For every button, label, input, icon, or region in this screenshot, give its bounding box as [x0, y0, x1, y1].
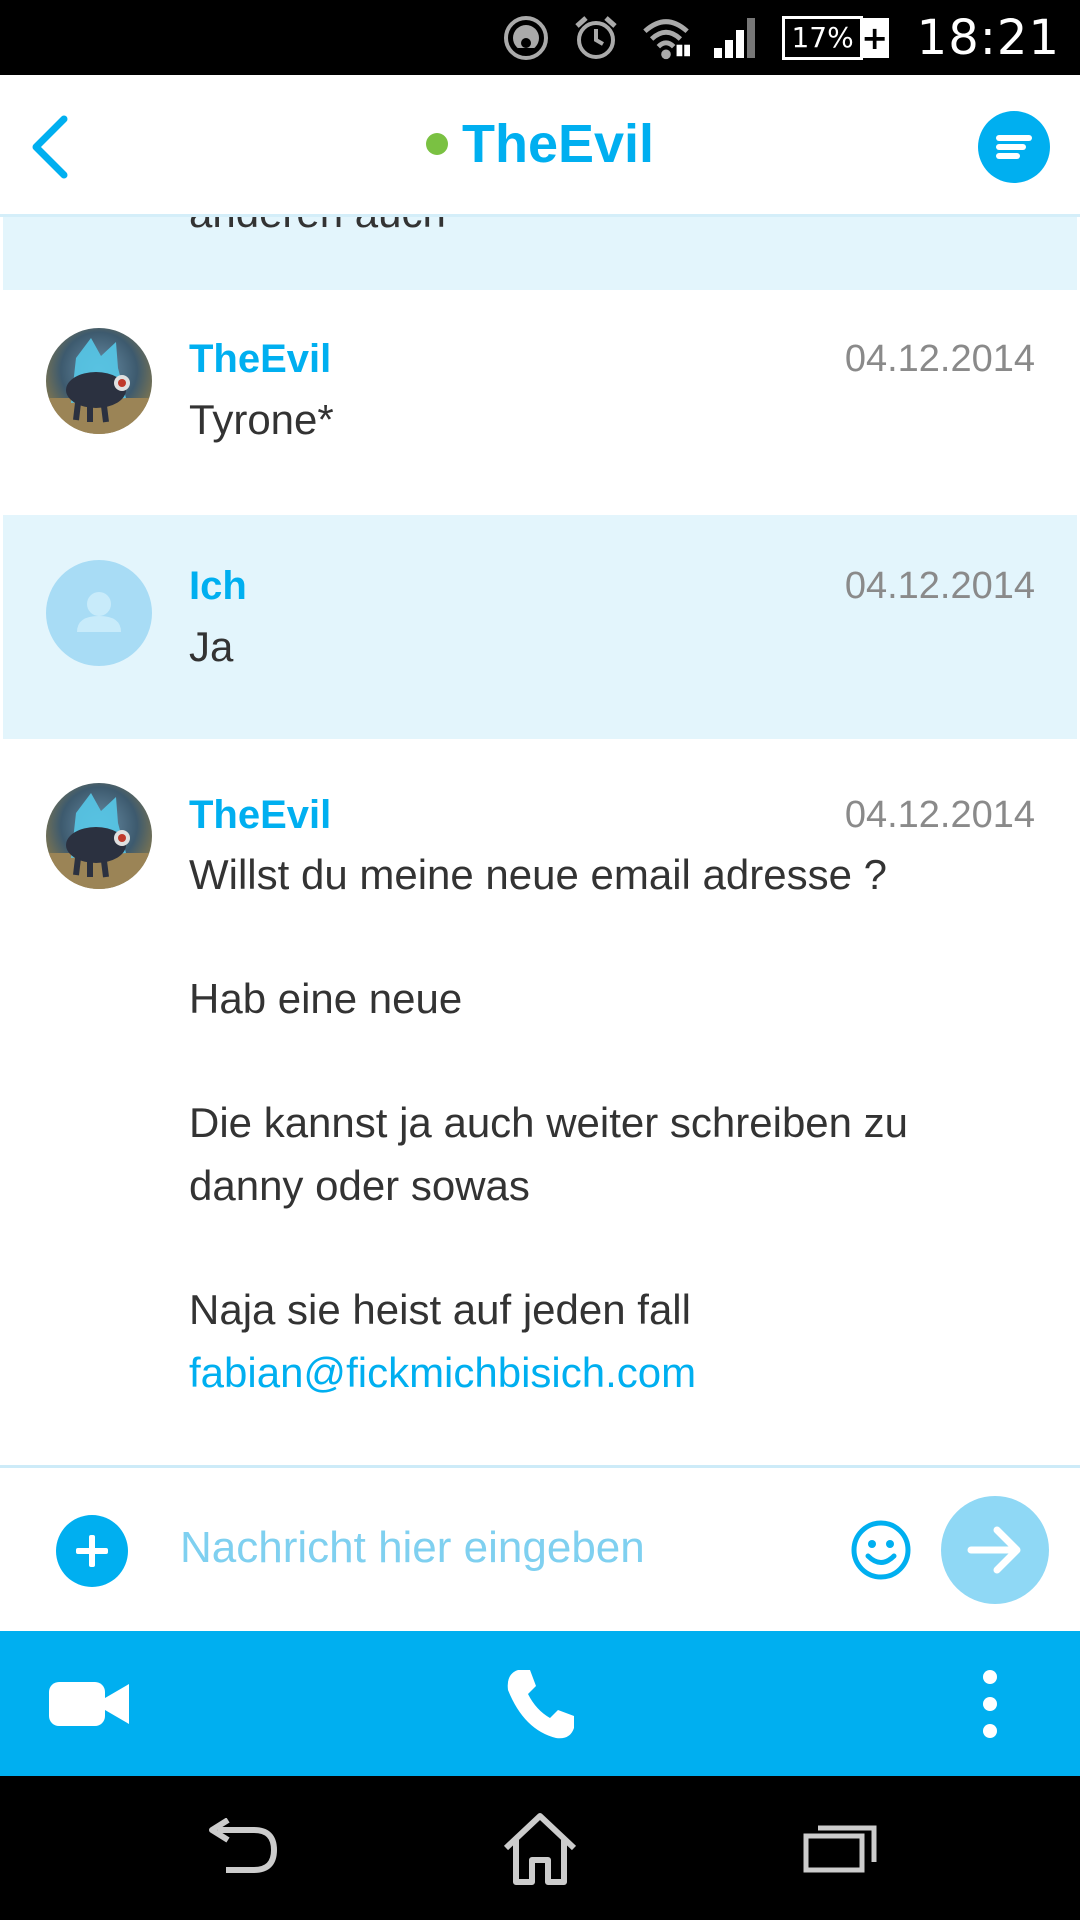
- conversation-menu-button[interactable]: [978, 111, 1050, 183]
- message-line: Hab eine neue: [189, 975, 463, 1022]
- call-action-bar: [0, 1631, 1080, 1776]
- battery-icon: 17% +: [782, 15, 889, 60]
- phone-call-icon: [507, 1669, 574, 1738]
- contact-avatar-image: [46, 328, 152, 434]
- message-item[interactable]: TheEvil 04.12.2014 Willst du meine neue …: [3, 739, 1077, 1467]
- status-time: 18:21: [916, 9, 1060, 66]
- partial-message: anderen auch: [3, 217, 1077, 290]
- contact-title[interactable]: TheEvil: [0, 113, 1080, 175]
- message-date: 04.12.2014: [844, 565, 1035, 607]
- message-list[interactable]: anderen auch TheEvil 04.12.2014 Tyrone*: [0, 217, 1080, 1467]
- message-date: 04.12.2014: [844, 794, 1035, 836]
- nav-recents-button[interactable]: [790, 1806, 890, 1890]
- add-attachment-button[interactable]: [56, 1515, 128, 1587]
- chat-header: TheEvil: [0, 75, 1080, 217]
- avatar[interactable]: [46, 328, 152, 434]
- phone-call-button[interactable]: [490, 1661, 590, 1746]
- recents-icon: [803, 1825, 877, 1873]
- message-line: Willst du meine neue email adresse ?: [189, 851, 888, 898]
- compose-bar: [0, 1468, 1080, 1631]
- wifi-icon: [642, 14, 691, 62]
- avatar[interactable]: [46, 783, 152, 889]
- emoticon-button[interactable]: [850, 1519, 912, 1581]
- arrow-right-icon: [967, 1526, 1021, 1574]
- presence-dot: [425, 133, 448, 155]
- message-line: Naja sie heist auf jeden fall: [189, 1286, 691, 1333]
- alarm-icon: [572, 14, 620, 62]
- message-sender: TheEvil: [189, 793, 332, 837]
- smiley-icon: [851, 1520, 911, 1580]
- nav-back-button[interactable]: [192, 1806, 292, 1890]
- system-nav-bar: [0, 1776, 1080, 1920]
- avatar[interactable]: [46, 560, 152, 666]
- status-bar: 17% + 18:21: [0, 0, 1080, 75]
- video-call-button[interactable]: [40, 1661, 140, 1746]
- message-sender: TheEvil: [189, 337, 332, 381]
- signal-icon: [712, 14, 760, 62]
- send-button[interactable]: [941, 1496, 1049, 1604]
- partial-message-text: anderen auch: [189, 217, 446, 237]
- video-call-icon: [49, 1681, 129, 1726]
- speedometer-icon: [502, 14, 550, 62]
- message-input[interactable]: [180, 1508, 820, 1588]
- more-options-icon: [983, 1669, 997, 1738]
- message-text: Tyrone*: [189, 396, 334, 443]
- email-link[interactable]: fabian@fickmichbisich.com: [189, 1341, 1037, 1404]
- back-icon: [209, 1818, 278, 1873]
- more-options-button[interactable]: [940, 1661, 1040, 1746]
- user-placeholder-icon: [77, 592, 121, 632]
- message-line: danny oder sowas: [189, 1162, 530, 1209]
- contact-avatar-image: [46, 783, 152, 889]
- page-title: TheEvil: [461, 114, 655, 174]
- home-icon: [503, 1813, 577, 1885]
- battery-percent: 17%: [782, 15, 863, 60]
- message-item[interactable]: Ich 04.12.2014 Ja: [3, 515, 1077, 739]
- message-sender: Ich: [189, 564, 247, 608]
- message-date: 04.12.2014: [844, 338, 1035, 380]
- message-text: Willst du meine neue email adresse ? Hab…: [189, 843, 1037, 1404]
- message-text: Ja: [189, 623, 234, 670]
- nav-home-button[interactable]: [490, 1806, 590, 1890]
- message-item[interactable]: TheEvil 04.12.2014 Tyrone*: [3, 290, 1077, 515]
- message-line: Die kannst ja auch weiter schreiben zu: [189, 1099, 909, 1146]
